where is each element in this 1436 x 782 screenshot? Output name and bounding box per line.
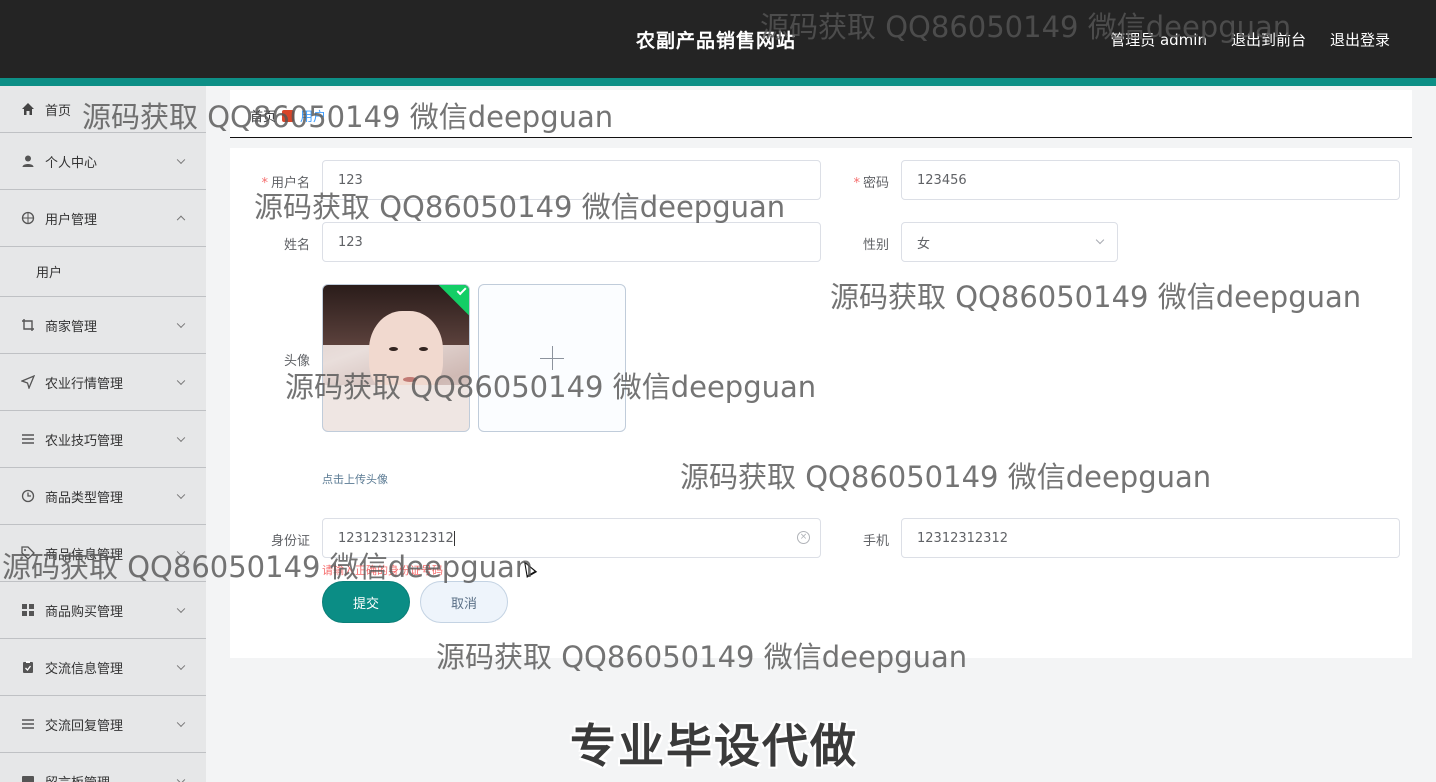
header-accent-bar <box>0 78 1436 86</box>
sidebar-item-label: 交流回复管理 <box>45 718 124 734</box>
gender-select-value: 女 <box>917 236 931 252</box>
idcard-label: 身份证 <box>270 534 310 549</box>
gender-label: 性别 <box>862 238 889 253</box>
username-label: * 用户名 <box>261 176 310 191</box>
sidebar-subitem-users[interactable]: 用户 <box>0 247 206 297</box>
phone-label: 手机 <box>862 534 889 549</box>
sidebar-item-label: 商品信息管理 <box>45 547 124 563</box>
sidebar-item-exchange-reply[interactable]: 交流回复管理 <box>0 696 206 753</box>
breadcrumb: 首页 用户 <box>250 106 326 125</box>
password-label: * 密码 <box>853 176 889 191</box>
grid-icon <box>20 602 36 618</box>
chevron-down-icon <box>176 433 186 443</box>
breadcrumb-current: 用户 <box>300 110 327 125</box>
logout-link[interactable]: 退出登录 <box>1330 29 1390 50</box>
sidebar-item-product-type[interactable]: 商品类型管理 <box>0 468 206 525</box>
sidebar-item-user-management[interactable]: 用户管理 <box>0 190 206 247</box>
home-icon <box>20 101 36 117</box>
sidebar-item-personal-center[interactable]: 个人中心 <box>0 133 206 190</box>
sidebar-item-merchant-management[interactable]: 商家管理 <box>0 297 206 354</box>
chevron-down-icon <box>176 490 186 500</box>
username-input[interactable]: 123 <box>322 160 821 200</box>
sidebar-item-product-purchase[interactable]: 商品购买管理 <box>0 582 206 639</box>
chevron-down-icon <box>176 547 186 557</box>
clock-icon <box>20 488 36 504</box>
menu-icon <box>20 716 36 732</box>
avatar-preview[interactable] <box>322 284 470 432</box>
upload-tip: 点击上传头像 <box>322 473 388 486</box>
idcard-error-message: 请输入正确的身份证号码 <box>322 564 443 577</box>
chevron-down-icon <box>176 718 186 728</box>
breadcrumb-home[interactable]: 首页 <box>250 106 276 125</box>
admin-user-link[interactable]: 管理员 admin <box>1110 29 1207 50</box>
tag-icon <box>20 545 36 561</box>
back-to-frontend-link[interactable]: 退出到前台 <box>1231 29 1306 50</box>
chevron-down-icon <box>1095 235 1105 245</box>
breadcrumb-separator-icon <box>282 109 295 122</box>
user-icon <box>20 153 36 169</box>
top-links: 管理员 admin 退出到前台 退出登录 <box>1110 29 1390 50</box>
sidebar-item-label: 用户管理 <box>45 212 98 228</box>
list-icon <box>20 431 36 447</box>
sidebar-item-label: 交流信息管理 <box>45 661 124 677</box>
chevron-down-icon <box>176 775 186 782</box>
sidebar-item-product-info[interactable]: 商品信息管理 <box>0 525 206 582</box>
sidebar: 首页 个人中心 用户管理 用户 商家管理 农业行情管理 农业技巧管理 商品类型管… <box>0 86 206 782</box>
breadcrumb-bar: 首页 用户 <box>230 90 1412 138</box>
sidebar-item-label: 首页 <box>45 103 72 119</box>
clipboard-icon <box>20 659 36 675</box>
sidebar-item-label: 农业技巧管理 <box>45 433 124 449</box>
promo-text: 专业毕设代做 <box>570 719 858 773</box>
sidebar-item-home[interactable]: 首页 <box>0 86 206 133</box>
text-caret <box>453 530 455 546</box>
sidebar-item-label: 商家管理 <box>45 319 98 335</box>
avatar-label: 头像 <box>283 354 310 369</box>
sidebar-item-label: 商品购买管理 <box>45 604 124 620</box>
name-label: 姓名 <box>283 238 310 253</box>
cancel-button[interactable]: 取消 <box>420 581 508 623</box>
chevron-down-icon <box>176 661 186 671</box>
password-input[interactable]: 123456 <box>901 160 1400 200</box>
name-input[interactable]: 123 <box>322 222 821 262</box>
avatar-upload-button[interactable] <box>478 284 626 432</box>
sidebar-item-label: 农业行情管理 <box>45 376 124 392</box>
chevron-down-icon <box>176 376 186 386</box>
idcard-input[interactable]: 12312312312312 × <box>322 518 821 558</box>
chevron-up-icon <box>176 215 186 225</box>
top-header: 农副产品销售网站 管理员 admin 退出到前台 退出登录 <box>0 0 1436 78</box>
chevron-down-icon <box>176 155 186 165</box>
sidebar-item-message-board[interactable]: 留言板管理 <box>0 753 206 782</box>
user-edit-form: * 用户名 123 * 密码 123456 姓名 123 性别 女 头像 点击上传头… <box>230 148 1412 658</box>
send-icon <box>20 374 36 390</box>
gender-select[interactable]: 女 <box>901 222 1118 262</box>
sidebar-item-exchange-info[interactable]: 交流信息管理 <box>0 639 206 696</box>
crop-icon <box>20 317 36 333</box>
submit-button[interactable]: 提交 <box>322 581 410 623</box>
sidebar-item-label: 用户 <box>36 266 63 281</box>
phone-input[interactable]: 12312312312 <box>901 518 1400 558</box>
sidebar-item-agri-tips[interactable]: 农业技巧管理 <box>0 411 206 468</box>
chat-icon <box>20 773 36 782</box>
chevron-down-icon <box>176 319 186 329</box>
sidebar-item-label: 商品类型管理 <box>45 490 124 506</box>
site-title: 农副产品销售网站 <box>636 30 797 52</box>
globe-icon <box>20 210 36 226</box>
chevron-down-icon <box>176 604 186 614</box>
sidebar-item-label: 个人中心 <box>45 155 98 171</box>
sidebar-item-agri-market[interactable]: 农业行情管理 <box>0 354 206 411</box>
sidebar-item-label: 留言板管理 <box>45 772 110 782</box>
